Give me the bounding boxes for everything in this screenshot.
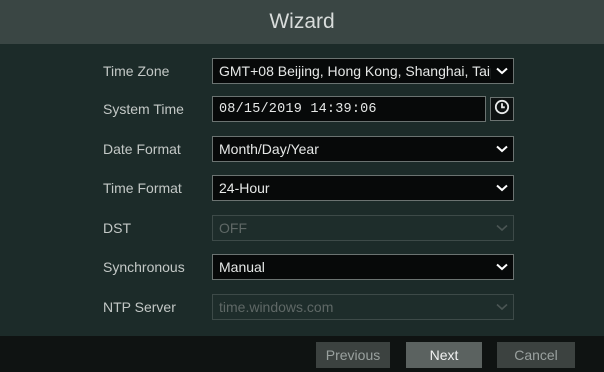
synchronous-select[interactable]: Manual — [212, 254, 514, 280]
dst-value: OFF — [219, 220, 247, 236]
system-time-row: System Time 08/15/2019 14:39:06 — [0, 94, 604, 126]
synchronous-value: Manual — [219, 259, 265, 275]
chevron-down-icon — [491, 176, 513, 200]
time-zone-label: Time Zone — [103, 63, 170, 79]
ntp-server-select[interactable]: time.windows.com — [212, 294, 514, 320]
time-format-label: Time Format — [103, 180, 182, 196]
chevron-down-icon — [491, 255, 513, 279]
system-time-value: 08/15/2019 14:39:06 — [219, 101, 377, 117]
ntp-server-value: time.windows.com — [219, 299, 334, 315]
system-time-input[interactable]: 08/15/2019 14:39:06 — [212, 96, 486, 122]
window-title: Wizard — [269, 10, 335, 33]
date-format-row: Date Format Month/Day/Year — [0, 134, 604, 166]
chevron-down-icon — [491, 216, 513, 240]
time-format-row: Time Format 24-Hour — [0, 173, 604, 205]
time-format-select[interactable]: 24-Hour — [212, 175, 514, 201]
time-zone-select[interactable]: GMT+08 Beijing, Hong Kong, Shanghai, Tai… — [212, 58, 514, 84]
synchronous-label: Synchronous — [103, 259, 185, 275]
synchronous-row: Synchronous Manual — [0, 252, 604, 284]
title-bar: Wizard — [0, 0, 604, 44]
wizard-window: Wizard Time Zone GMT+08 Beijing, Hong Ko… — [0, 0, 604, 372]
next-button[interactable]: Next — [406, 342, 482, 368]
ntp-server-label: NTP Server — [103, 299, 176, 315]
date-format-value: Month/Day/Year — [219, 141, 319, 157]
date-format-label: Date Format — [103, 141, 181, 157]
clock-icon — [494, 99, 510, 120]
chevron-down-icon — [491, 59, 513, 83]
system-time-label: System Time — [103, 101, 184, 117]
dst-select[interactable]: OFF — [212, 215, 514, 241]
clock-button[interactable] — [490, 97, 514, 121]
wizard-form: Time Zone GMT+08 Beijing, Hong Kong, Sha… — [0, 44, 604, 336]
dst-label: DST — [103, 220, 131, 236]
button-bar: Previous Next Cancel — [0, 336, 604, 372]
previous-button[interactable]: Previous — [316, 342, 390, 368]
date-format-select[interactable]: Month/Day/Year — [212, 136, 514, 162]
chevron-down-icon — [491, 295, 513, 319]
time-zone-row: Time Zone GMT+08 Beijing, Hong Kong, Sha… — [0, 56, 604, 88]
time-format-value: 24-Hour — [219, 180, 270, 196]
ntp-server-row: NTP Server time.windows.com — [0, 292, 604, 324]
time-zone-value: GMT+08 Beijing, Hong Kong, Shanghai, Tai… — [219, 63, 491, 79]
cancel-button[interactable]: Cancel — [497, 342, 575, 368]
chevron-down-icon — [491, 137, 513, 161]
dst-row: DST OFF — [0, 213, 604, 245]
